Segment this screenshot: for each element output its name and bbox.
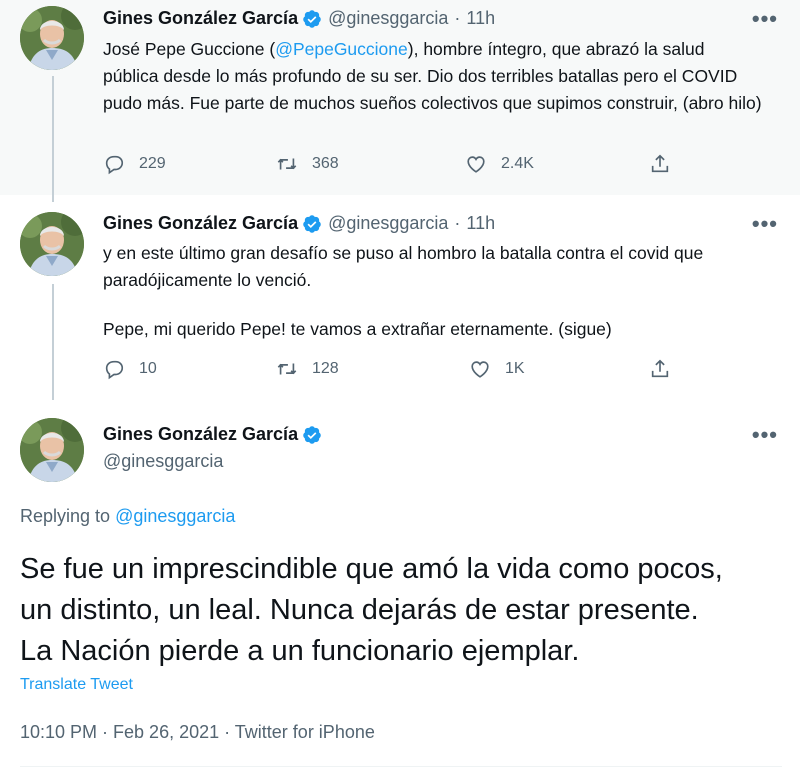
retweet-count: 368 xyxy=(312,155,339,172)
thread-connector-line xyxy=(52,76,54,202)
reply-icon xyxy=(105,155,124,175)
translate-tweet-link[interactable]: Translate Tweet xyxy=(20,676,133,694)
like-icon xyxy=(467,156,485,173)
more-icon[interactable]: ••• xyxy=(752,8,778,30)
tweet-time[interactable]: 11h xyxy=(466,8,495,29)
tweet-meta: 10:10 PM · Feb 26, 2021 · Twitter for iP… xyxy=(20,722,375,742)
share-button[interactable] xyxy=(649,358,685,380)
reply-button[interactable]: 10 xyxy=(103,358,157,380)
avatar[interactable] xyxy=(20,6,84,70)
tweet-text: Pepe, mi querido Pepe! te vamos a extrañ… xyxy=(103,319,612,339)
tweet-actions: 229 368 2.4K xyxy=(103,153,703,179)
thread-connector-line xyxy=(52,284,54,400)
like-button[interactable]: 2.4K xyxy=(465,153,534,175)
separator-dot: · xyxy=(454,213,461,233)
verified-badge-icon xyxy=(302,214,322,234)
retweet-button[interactable]: 128 xyxy=(276,358,339,380)
separator-dot: · xyxy=(454,8,461,28)
author-name[interactable]: Gines González García xyxy=(103,424,298,445)
share-button[interactable] xyxy=(649,153,685,175)
tweet-header: Gines González García xyxy=(103,424,328,445)
retweet-button[interactable]: 368 xyxy=(276,153,339,175)
author-name[interactable]: Gines González García xyxy=(103,8,298,29)
tweet-text: y en este último gran desafío se puso al… xyxy=(103,243,704,290)
like-button[interactable]: 1K xyxy=(469,358,525,380)
replying-to: Replying to @ginesggarcia xyxy=(20,506,235,527)
retweet-count: 128 xyxy=(312,360,339,377)
like-icon xyxy=(471,361,489,378)
more-icon[interactable]: ••• xyxy=(752,424,778,446)
retweet-icon xyxy=(277,158,297,170)
tweet-text: José Pepe Guccione (@PepeGuccione), homb… xyxy=(103,36,763,117)
avatar[interactable] xyxy=(20,418,84,482)
like-count: 2.4K xyxy=(501,155,534,172)
reply-count: 10 xyxy=(139,360,157,377)
share-icon xyxy=(651,154,669,173)
tweet-time[interactable]: 11h xyxy=(466,213,495,234)
like-count: 1K xyxy=(505,360,525,377)
replying-mention-link[interactable]: @ginesggarcia xyxy=(115,506,235,526)
verified-badge-icon xyxy=(302,9,322,29)
author-name[interactable]: Gines González García xyxy=(103,213,298,234)
avatar[interactable] xyxy=(20,212,84,276)
reply-button[interactable]: 229 xyxy=(103,153,166,175)
main-tweet-text-line: La Nación pierde a un funcionario ejempl… xyxy=(20,635,580,667)
author-handle[interactable]: @ginesggarcia xyxy=(328,8,448,29)
verified-badge-icon xyxy=(302,425,322,445)
author-handle[interactable]: @ginesggarcia xyxy=(328,213,448,234)
more-icon[interactable]: ••• xyxy=(752,213,778,235)
tweet-header: Gines González García @ginesggarcia · 11… xyxy=(103,213,495,234)
tweet-header: Gines González García @ginesggarcia · 11… xyxy=(103,8,495,29)
share-icon xyxy=(651,359,669,378)
author-handle[interactable]: @ginesggarcia xyxy=(103,451,223,472)
main-tweet-text-line: un distinto, un leal. Nunca dejarás de e… xyxy=(20,594,699,626)
reply-count: 229 xyxy=(139,155,166,172)
tweet-handle-row: @ginesggarcia xyxy=(103,451,223,472)
retweet-icon xyxy=(277,363,297,375)
main-tweet-text-line: Se fue un imprescindible que amó la vida… xyxy=(20,553,723,585)
divider xyxy=(20,766,782,767)
replying-label: Replying to xyxy=(20,506,111,526)
mention-link[interactable]: @PepeGuccione xyxy=(275,39,408,59)
tweet-text-part: José Pepe Guccione ( xyxy=(103,39,276,59)
tweet-actions: 10 128 1K xyxy=(103,358,703,384)
reply-icon xyxy=(105,360,124,380)
